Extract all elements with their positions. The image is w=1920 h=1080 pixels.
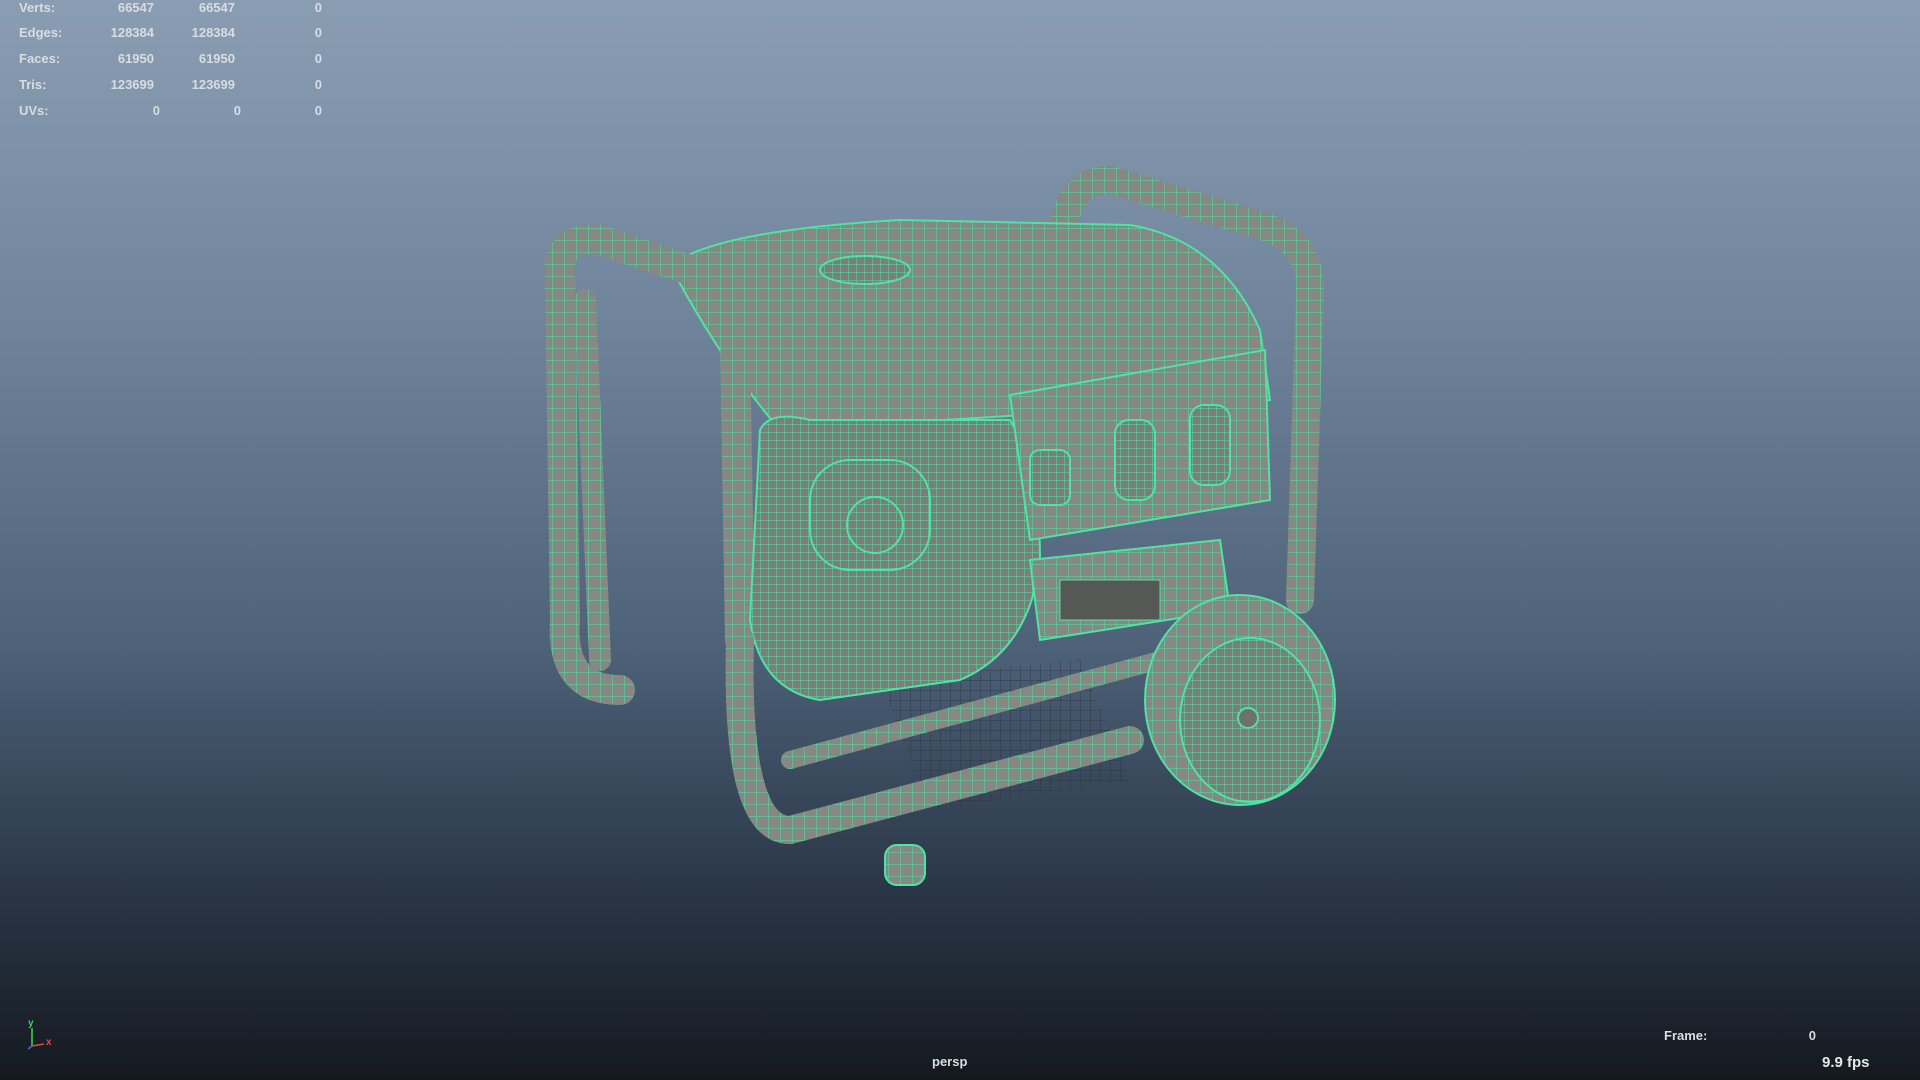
hud-value: 123699 bbox=[110, 77, 154, 92]
hud-value: 0 bbox=[233, 103, 241, 118]
hud-value: 123699 bbox=[191, 77, 235, 92]
hud-value: 66547 bbox=[198, 0, 235, 15]
generator-wireframe[interactable] bbox=[544, 165, 1336, 886]
axis-y-label: y bbox=[28, 1018, 34, 1029]
hud-value: 0 bbox=[314, 0, 322, 15]
hud-label: UVs: bbox=[19, 103, 49, 118]
hud-label: Verts: bbox=[19, 0, 56, 15]
hud-value: 0 bbox=[314, 103, 322, 118]
frame-value: 0 bbox=[1808, 1028, 1816, 1043]
hud-value: 0 bbox=[314, 25, 322, 40]
hud-value: 61950 bbox=[198, 51, 235, 66]
hud-value: 0 bbox=[152, 103, 160, 118]
hud-label: Faces: bbox=[19, 51, 61, 66]
axis-gizmo-icon: y x bbox=[27, 1018, 52, 1050]
hud-label: Tris: bbox=[19, 77, 47, 92]
frame-label: Frame: bbox=[1664, 1028, 1708, 1043]
hud-value: 66547 bbox=[117, 0, 154, 15]
hud-value: 0 bbox=[314, 77, 322, 92]
viewport-3d-model[interactable] bbox=[0, 0, 1920, 1080]
fps-readout: 9.9 fps bbox=[1822, 1054, 1870, 1071]
hud-value: 61950 bbox=[117, 51, 154, 66]
hud-value: 128384 bbox=[191, 25, 235, 40]
hud-value: 0 bbox=[314, 51, 322, 66]
hud-label: Edges: bbox=[19, 25, 63, 40]
axis-x-label: x bbox=[46, 1037, 52, 1048]
camera-name-label: persp bbox=[932, 1054, 968, 1069]
hud-value: 128384 bbox=[110, 25, 154, 40]
